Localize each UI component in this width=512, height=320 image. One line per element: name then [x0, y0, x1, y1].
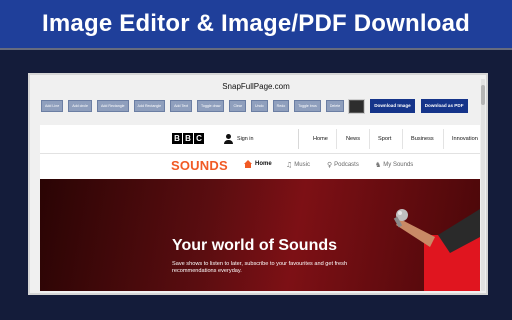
banner-title: Image Editor & Image/PDF Download — [42, 10, 470, 37]
sounds-nav-music-label: Music — [294, 162, 310, 168]
nav-business[interactable]: Business — [411, 136, 434, 142]
editor-toolbar: Add Line Add circle Add Rectangle Add Re… — [41, 97, 474, 115]
add-circle-button[interactable]: Add circle — [68, 100, 92, 112]
nav-sport[interactable]: Sport — [378, 136, 391, 142]
download-image-button[interactable]: Download Image — [370, 99, 415, 113]
toggle-brush-button[interactable]: Toggle brus — [294, 100, 321, 112]
captured-page-canvas[interactable]: B B C Sign in Home News Sport Business I… — [40, 125, 480, 291]
editor-scrollbar[interactable] — [481, 79, 485, 291]
banner-divider — [0, 48, 512, 50]
nav-separator — [402, 129, 403, 149]
undo-button[interactable]: Undo — [251, 100, 268, 112]
headphones-icon: ♞ — [375, 161, 382, 169]
download-pdf-button[interactable]: Download as PDF — [420, 99, 468, 113]
editor-title: SnapFullPage.com — [222, 82, 290, 91]
header-divider — [298, 129, 299, 149]
sounds-nav-home-label: Home — [255, 161, 272, 167]
user-icon — [224, 134, 233, 144]
sign-in-link[interactable]: Sign in — [224, 134, 253, 144]
color-picker-swatch[interactable] — [348, 98, 366, 114]
add-rectangle-button-2[interactable]: Add Rectangle — [133, 100, 166, 112]
sounds-nav-podcasts[interactable]: ♀ Podcasts — [327, 161, 359, 169]
bbc-header: B B C Sign in Home News Sport Business I… — [40, 125, 480, 153]
toggle-draw-button[interactable]: Toggle draw — [197, 100, 225, 112]
add-rectangle-button[interactable]: Add Rectangle — [96, 100, 129, 112]
bbc-logo-letter: B — [172, 133, 182, 144]
promo-banner: Image Editor & Image/PDF Download — [0, 0, 512, 48]
sounds-header: SOUNDS Home ♫ Music ♀ Podcasts ♞ My Soun… — [40, 154, 480, 178]
sounds-logo[interactable]: SOUNDS — [171, 158, 228, 173]
hero-subtitle: Save shows to listen to later, subscribe… — [172, 261, 348, 274]
sounds-nav-home[interactable]: Home — [244, 160, 272, 168]
hero-banner: Your world of Sounds Save shows to liste… — [40, 179, 480, 291]
scroll-thumb[interactable] — [481, 85, 485, 105]
microphone-icon: ♀ — [327, 161, 333, 169]
nav-innovation[interactable]: Innovation — [452, 136, 478, 142]
home-icon — [244, 160, 252, 168]
hero-title: Your world of Sounds — [172, 237, 338, 254]
bbc-logo-letter: B — [183, 133, 193, 144]
nav-separator — [443, 129, 444, 149]
nav-separator — [369, 129, 370, 149]
add-line-button[interactable]: Add Line — [41, 100, 64, 112]
sounds-nav-my-sounds-label: My Sounds — [383, 162, 414, 168]
sounds-nav-music[interactable]: ♫ Music — [286, 161, 310, 169]
redo-button[interactable]: Redo — [272, 100, 290, 112]
clear-button[interactable]: Clear — [229, 100, 247, 112]
sounds-nav-my-sounds[interactable]: ♞ My Sounds — [375, 161, 413, 169]
music-note-icon: ♫ — [286, 161, 293, 169]
delete-button[interactable]: Delete — [325, 100, 345, 112]
sign-in-label: Sign in — [237, 136, 254, 142]
nav-news[interactable]: News — [346, 136, 360, 142]
nav-separator — [336, 129, 337, 149]
sounds-nav-podcasts-label: Podcasts — [334, 162, 359, 168]
add-text-button[interactable]: Add Text — [170, 100, 193, 112]
bbc-logo[interactable]: B B C — [172, 133, 205, 144]
bbc-logo-letter: C — [194, 133, 204, 144]
editor-window: SnapFullPage.com Add Line Add circle Add… — [28, 73, 488, 295]
nav-home[interactable]: Home — [313, 136, 328, 142]
